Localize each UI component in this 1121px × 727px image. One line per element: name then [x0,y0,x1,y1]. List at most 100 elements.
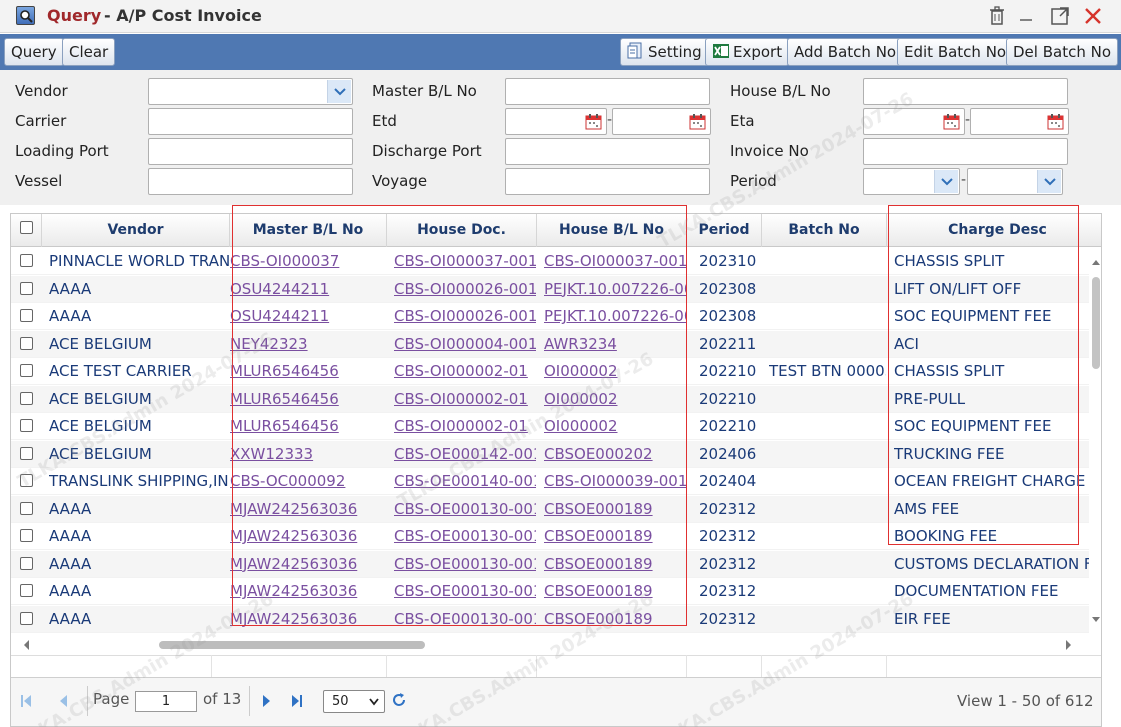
cell-house-bl[interactable]: CBSOE000189 [544,606,686,633]
table-row[interactable]: TRANSLINK SHIPPING,INC CBS-OC000092 CBS-OE… [11,468,1089,495]
row-checkbox[interactable] [20,336,33,350]
cell-house-doc[interactable]: CBS-OI000026-001 [394,276,536,303]
cell-house-bl[interactable]: PEJKT.10.007226-00 [544,276,686,303]
edit-batch-button[interactable]: Edit Batch No [897,38,1014,66]
carrier-input[interactable] [148,108,353,135]
cell-house-bl[interactable]: AWR3234 [544,331,686,358]
cell-house-doc[interactable]: CBS-OE000140-001 [394,468,536,495]
first-page-icon[interactable] [19,693,33,713]
query-button[interactable]: Query [4,38,64,66]
setting-button[interactable]: Setting [620,38,709,66]
row-checkbox[interactable] [20,391,33,405]
cell-master-bl[interactable]: OSU4244211 [230,303,386,330]
cell-master-bl[interactable]: XXW12333 [230,441,386,468]
cell-master-bl[interactable]: MJAW242563036 [230,496,386,523]
cell-master-bl[interactable]: CBS-OC000092 [230,468,386,495]
trash-icon[interactable] [986,5,1008,27]
cell-master-bl[interactable]: MJAW242563036 [230,578,386,605]
period-to-select[interactable] [967,168,1063,195]
row-checkbox[interactable] [20,556,33,570]
cell-house-bl[interactable]: OI000002 [544,358,686,385]
calendar-icon[interactable] [689,113,706,134]
del-batch-button[interactable]: Del Batch No [1006,38,1118,66]
row-checkbox[interactable] [20,419,33,432]
row-checkbox[interactable] [20,584,33,597]
cell-house-doc[interactable]: CBS-OI000026-001 [394,303,536,330]
table-row[interactable]: ACE BELGIUM MLUR6546456 CBS-OI000002-01 OI0… [11,413,1089,440]
table-row[interactable]: ACE BELGIUM XXW12333 CBS-OE000142-001 CBSOE… [11,440,1089,468]
table-row[interactable]: AAAA MJAW242563036 CBS-OE000130-001 CBSOE00… [11,495,1089,523]
cell-house-doc[interactable]: CBS-OE000130-001 [394,578,536,605]
clear-button[interactable]: Clear [62,38,116,66]
table-row[interactable]: AAAA OSU4244211 CBS-OI000026-001 PEJKT.10.0… [11,275,1089,303]
cell-house-doc[interactable]: CBS-OE000130-001 [394,606,536,633]
cell-house-bl[interactable]: OI000002 [544,386,686,413]
house-bl-input[interactable] [863,78,1068,105]
cell-house-doc[interactable]: CBS-OI000004-001 [394,331,536,358]
row-checkbox[interactable] [20,364,33,377]
discharge-port-input[interactable] [505,138,710,165]
etd-from-input[interactable] [505,108,607,135]
cell-house-bl[interactable]: OI000002 [544,413,686,440]
cell-house-bl[interactable]: CBSOE000189 [544,551,686,578]
add-batch-button[interactable]: Add Batch No [787,38,904,66]
row-checkbox[interactable] [20,474,33,487]
cell-master-bl[interactable]: MLUR6546456 [230,413,386,440]
header-vendor[interactable]: Vendor [42,214,230,247]
vertical-scrollbar[interactable] [1089,250,1101,630]
vendor-select[interactable] [148,78,353,105]
cell-house-doc[interactable]: CBS-OE000142-001 [394,441,536,468]
cell-master-bl[interactable]: MLUR6546456 [230,386,386,413]
header-period[interactable]: Period [687,214,762,247]
table-row[interactable]: ACE BELGIUM NEY42323 CBS-OI000004-001 AWR32… [11,330,1089,358]
table-row[interactable]: ACE BELGIUM MLUR6546456 CBS-OI000002-01 OI0… [11,385,1089,413]
cell-master-bl[interactable]: MJAW242563036 [230,523,386,550]
select-all-checkbox[interactable] [20,221,33,234]
header-house-doc[interactable]: House Doc. [387,214,537,247]
cell-house-doc[interactable]: CBS-OI000037-001 [394,248,536,275]
cell-master-bl[interactable]: NEY42323 [230,331,386,358]
cell-house-bl[interactable]: CBS-OI000039-001 [544,468,686,495]
calendar-icon[interactable] [585,113,602,134]
vessel-input[interactable] [148,168,353,195]
row-checkbox[interactable] [20,529,33,542]
last-page-icon[interactable] [290,693,304,713]
eta-from-input[interactable] [863,108,965,135]
row-checkbox[interactable] [20,611,33,625]
etd-to-input[interactable] [612,108,711,135]
close-icon[interactable] [1082,5,1104,27]
table-row[interactable]: AAAA MJAW242563036 CBS-OE000130-001 CBSOE00… [11,578,1089,605]
cell-house-bl[interactable]: CBS-OI000037-001 [544,248,686,275]
page-size-select[interactable]: 50 [323,690,385,713]
cell-house-bl[interactable]: CBSOE000202 [544,441,686,468]
header-master-bl[interactable]: Master B/L No [230,214,387,247]
page-number-input[interactable]: 1 [135,691,197,712]
table-row[interactable]: AAAA MJAW242563036 CBS-OE000130-001 CBSOE00… [11,523,1089,550]
table-row[interactable]: PINNACLE WORLD TRANS CBS-OI000037 CBS-OI00… [11,248,1089,275]
row-checkbox[interactable] [20,281,33,295]
period-from-select[interactable] [863,168,960,195]
refresh-icon[interactable] [391,692,407,712]
minimize-icon[interactable] [1015,5,1037,27]
cell-house-bl[interactable]: CBSOE000189 [544,523,686,550]
loading-port-input[interactable] [148,138,353,165]
header-house-bl[interactable]: House B/L No [537,214,687,247]
horizontal-scrollbar[interactable] [11,635,1089,655]
row-checkbox[interactable] [20,501,33,515]
table-row[interactable]: AAAA MJAW242563036 CBS-OE000130-001 CBSOE00… [11,550,1089,578]
row-checkbox[interactable] [20,446,33,460]
maximize-icon[interactable] [1049,5,1071,27]
prev-page-icon[interactable] [57,693,69,713]
chevron-down-icon[interactable] [1037,170,1061,193]
eta-to-input[interactable] [970,108,1069,135]
chevron-down-icon[interactable] [934,170,958,193]
cell-master-bl[interactable]: MLUR6546456 [230,358,386,385]
voyage-input[interactable] [505,168,710,195]
cell-house-doc[interactable]: CBS-OI000002-01 [394,413,536,440]
row-checkbox[interactable] [20,309,33,322]
row-checkbox[interactable] [20,254,33,267]
cell-house-bl[interactable]: CBSOE000189 [544,496,686,523]
cell-house-doc[interactable]: CBS-OE000130-001 [394,523,536,550]
cell-master-bl[interactable]: CBS-OI000037 [230,248,386,275]
cell-master-bl[interactable]: MJAW242563036 [230,606,386,633]
